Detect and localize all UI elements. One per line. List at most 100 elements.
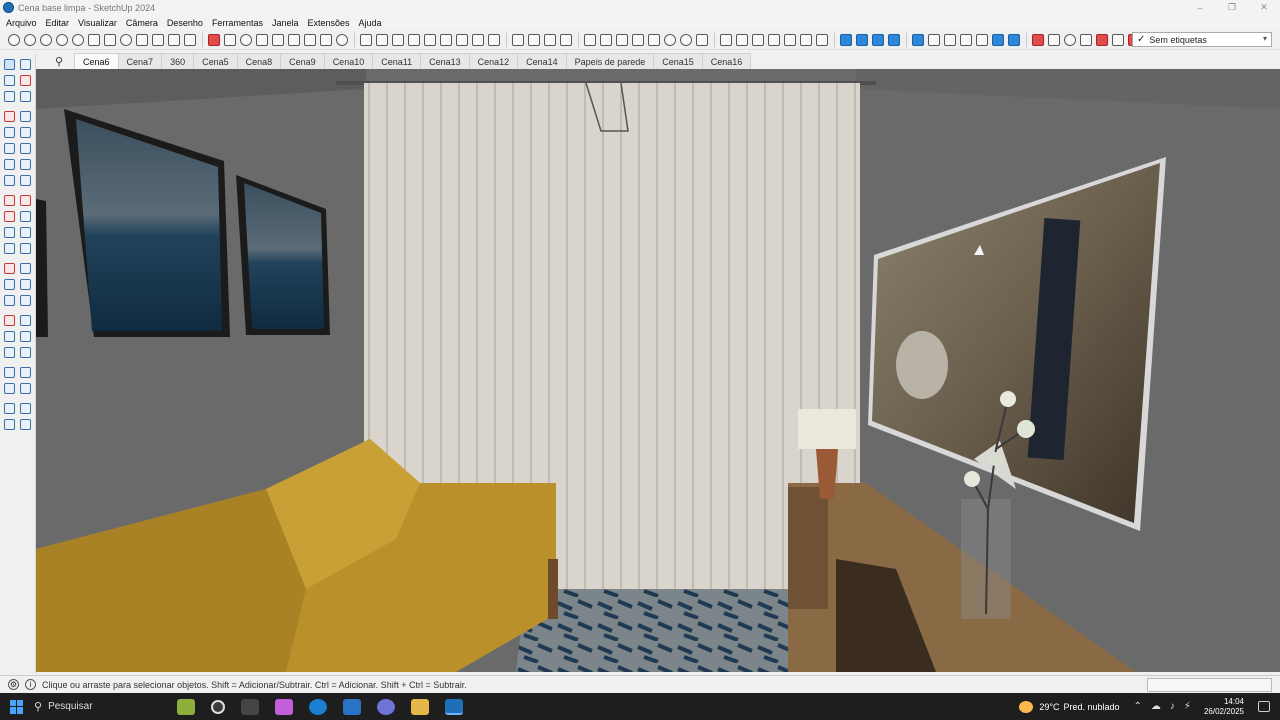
scene-tab-cena15[interactable]: Cena15 [653,53,703,69]
section-fill-tool-icon[interactable] [20,315,31,326]
top-view-icon[interactable] [784,33,796,46]
zoom-icon[interactable] [1064,33,1076,46]
pie-icon[interactable] [20,175,31,186]
three-point-arc-icon[interactable] [4,175,15,186]
solid-outer-icon[interactable] [648,33,660,46]
look-around-tool-icon[interactable] [4,383,15,394]
wireframe-icon[interactable] [944,33,956,46]
light-icon[interactable] [304,33,316,46]
clock[interactable]: 14:04 26/02/2025 [1204,697,1244,717]
shaded-style-icon[interactable] [976,33,988,46]
extension-tool-icon[interactable] [20,403,31,414]
scene-tab-cena5[interactable]: Cena5 [193,53,238,69]
window-icon[interactable] [136,33,148,46]
sandbox-icon[interactable] [680,33,692,46]
notification-icon[interactable] [1258,701,1270,712]
refresh-icon[interactable] [120,33,132,46]
tape-measure-icon[interactable] [4,263,15,274]
car-icon[interactable] [360,33,372,46]
layout-icon[interactable] [440,33,452,46]
freehand-icon[interactable] [20,111,31,122]
extension-warehouse-icon[interactable] [208,33,220,46]
offset-icon[interactable] [20,227,31,238]
gear-icon[interactable]: ⚙ [8,679,19,690]
roof-icon[interactable] [288,33,300,46]
rectangle-icon[interactable] [4,127,15,138]
scene-tab-papeis-de-parede[interactable]: Papeis de parede [565,53,655,69]
cube-icon[interactable] [376,33,388,46]
circle-icon[interactable] [4,143,15,154]
zoom-window-icon[interactable] [1080,33,1092,46]
scene-tab-cena14[interactable]: Cena14 [517,53,567,69]
two-point-arc-icon[interactable] [20,159,31,170]
scene-search-icon[interactable]: ⚲ [44,53,74,69]
select-tool-icon[interactable] [8,33,20,46]
solid-subtract-icon[interactable] [600,33,612,46]
menu-ajuda[interactable]: Ajuda [359,18,382,28]
stairs-icon[interactable] [272,33,284,46]
menu-ferramentas[interactable]: Ferramentas [212,18,263,28]
lock-icon[interactable] [184,33,196,46]
dimension-icon[interactable] [20,263,31,274]
menu-janela[interactable]: Janela [272,18,299,28]
eraser-icon[interactable] [20,75,31,86]
menu-desenho[interactable]: Desenho [167,18,203,28]
zoom-extents-icon[interactable] [1096,33,1108,46]
store-icon[interactable] [343,698,361,715]
taskbar-search[interactable]: ⚲ Pesquisar [34,696,169,717]
onedrive-icon[interactable]: ☁ [1151,701,1161,712]
settings-app-icon[interactable] [377,698,395,715]
solid-trim-icon[interactable] [616,33,628,46]
cut-icon[interactable] [424,33,436,46]
scene-tab-cena13[interactable]: Cena13 [420,53,470,69]
solid-tools-icon[interactable] [20,243,31,254]
group-icon[interactable] [528,33,540,46]
back-view-icon[interactable] [736,33,748,46]
paint-bucket-icon[interactable] [4,91,15,102]
scene-tab-cena12[interactable]: Cena12 [468,53,519,69]
sketchup-taskbar-icon[interactable] [445,698,463,715]
measurements-box[interactable] [1147,678,1272,692]
scene-tab-cena16[interactable]: Cena16 [701,53,752,69]
menu-editar[interactable]: Editar [46,18,70,28]
umbrella-icon[interactable] [224,33,236,46]
scene-tab-cena8[interactable]: Cena8 [236,53,282,69]
print-icon[interactable] [168,33,180,46]
protractor-icon[interactable] [4,279,15,290]
scene-tab-cena10[interactable]: Cena10 [323,53,374,69]
push-pull-icon[interactable] [20,195,31,206]
scene-tab-360[interactable]: 360 [161,53,195,69]
tray-chevron-icon[interactable]: ⌃ [1134,701,1142,712]
windows-start-icon[interactable] [10,699,24,714]
section-plane-icon[interactable] [840,33,852,46]
rotate-icon[interactable] [4,211,15,222]
flip-icon[interactable] [4,243,15,254]
mirror-icon[interactable] [544,33,556,46]
styles-tool-icon[interactable] [20,419,31,430]
section-display-icon[interactable] [888,33,900,46]
right-view-icon[interactable] [768,33,780,46]
volume-icon[interactable]: ♪ [1170,701,1175,712]
layers-tool-icon[interactable] [4,419,15,430]
iso-view-icon[interactable] [816,33,828,46]
grid-tool-icon[interactable] [320,33,332,46]
make-component-icon[interactable] [4,75,15,86]
rotated-rectangle-icon[interactable] [20,127,31,138]
walk-tool-icon[interactable] [20,367,31,378]
file-explorer-icon[interactable] [411,698,429,715]
zoom-window-tool-icon[interactable] [20,347,31,358]
widget-app-icon[interactable] [177,698,195,715]
lamp-shade[interactable] [798,409,856,449]
previous-view-icon[interactable] [1112,33,1124,46]
table-icon[interactable] [256,33,268,46]
select-arrow-icon[interactable] [4,59,15,70]
lasso-select-icon[interactable] [20,59,31,70]
scene-tab-cena6[interactable]: Cena6 [74,53,119,69]
move-icon[interactable] [4,195,15,206]
camera-icon[interactable] [1032,33,1044,46]
pan-tool-icon[interactable] [20,331,31,342]
menu-extensoes[interactable]: Extensões [308,18,350,28]
edge-browser-icon[interactable] [309,698,327,715]
text-tool-icon[interactable] [20,279,31,290]
split-icon[interactable] [456,33,468,46]
